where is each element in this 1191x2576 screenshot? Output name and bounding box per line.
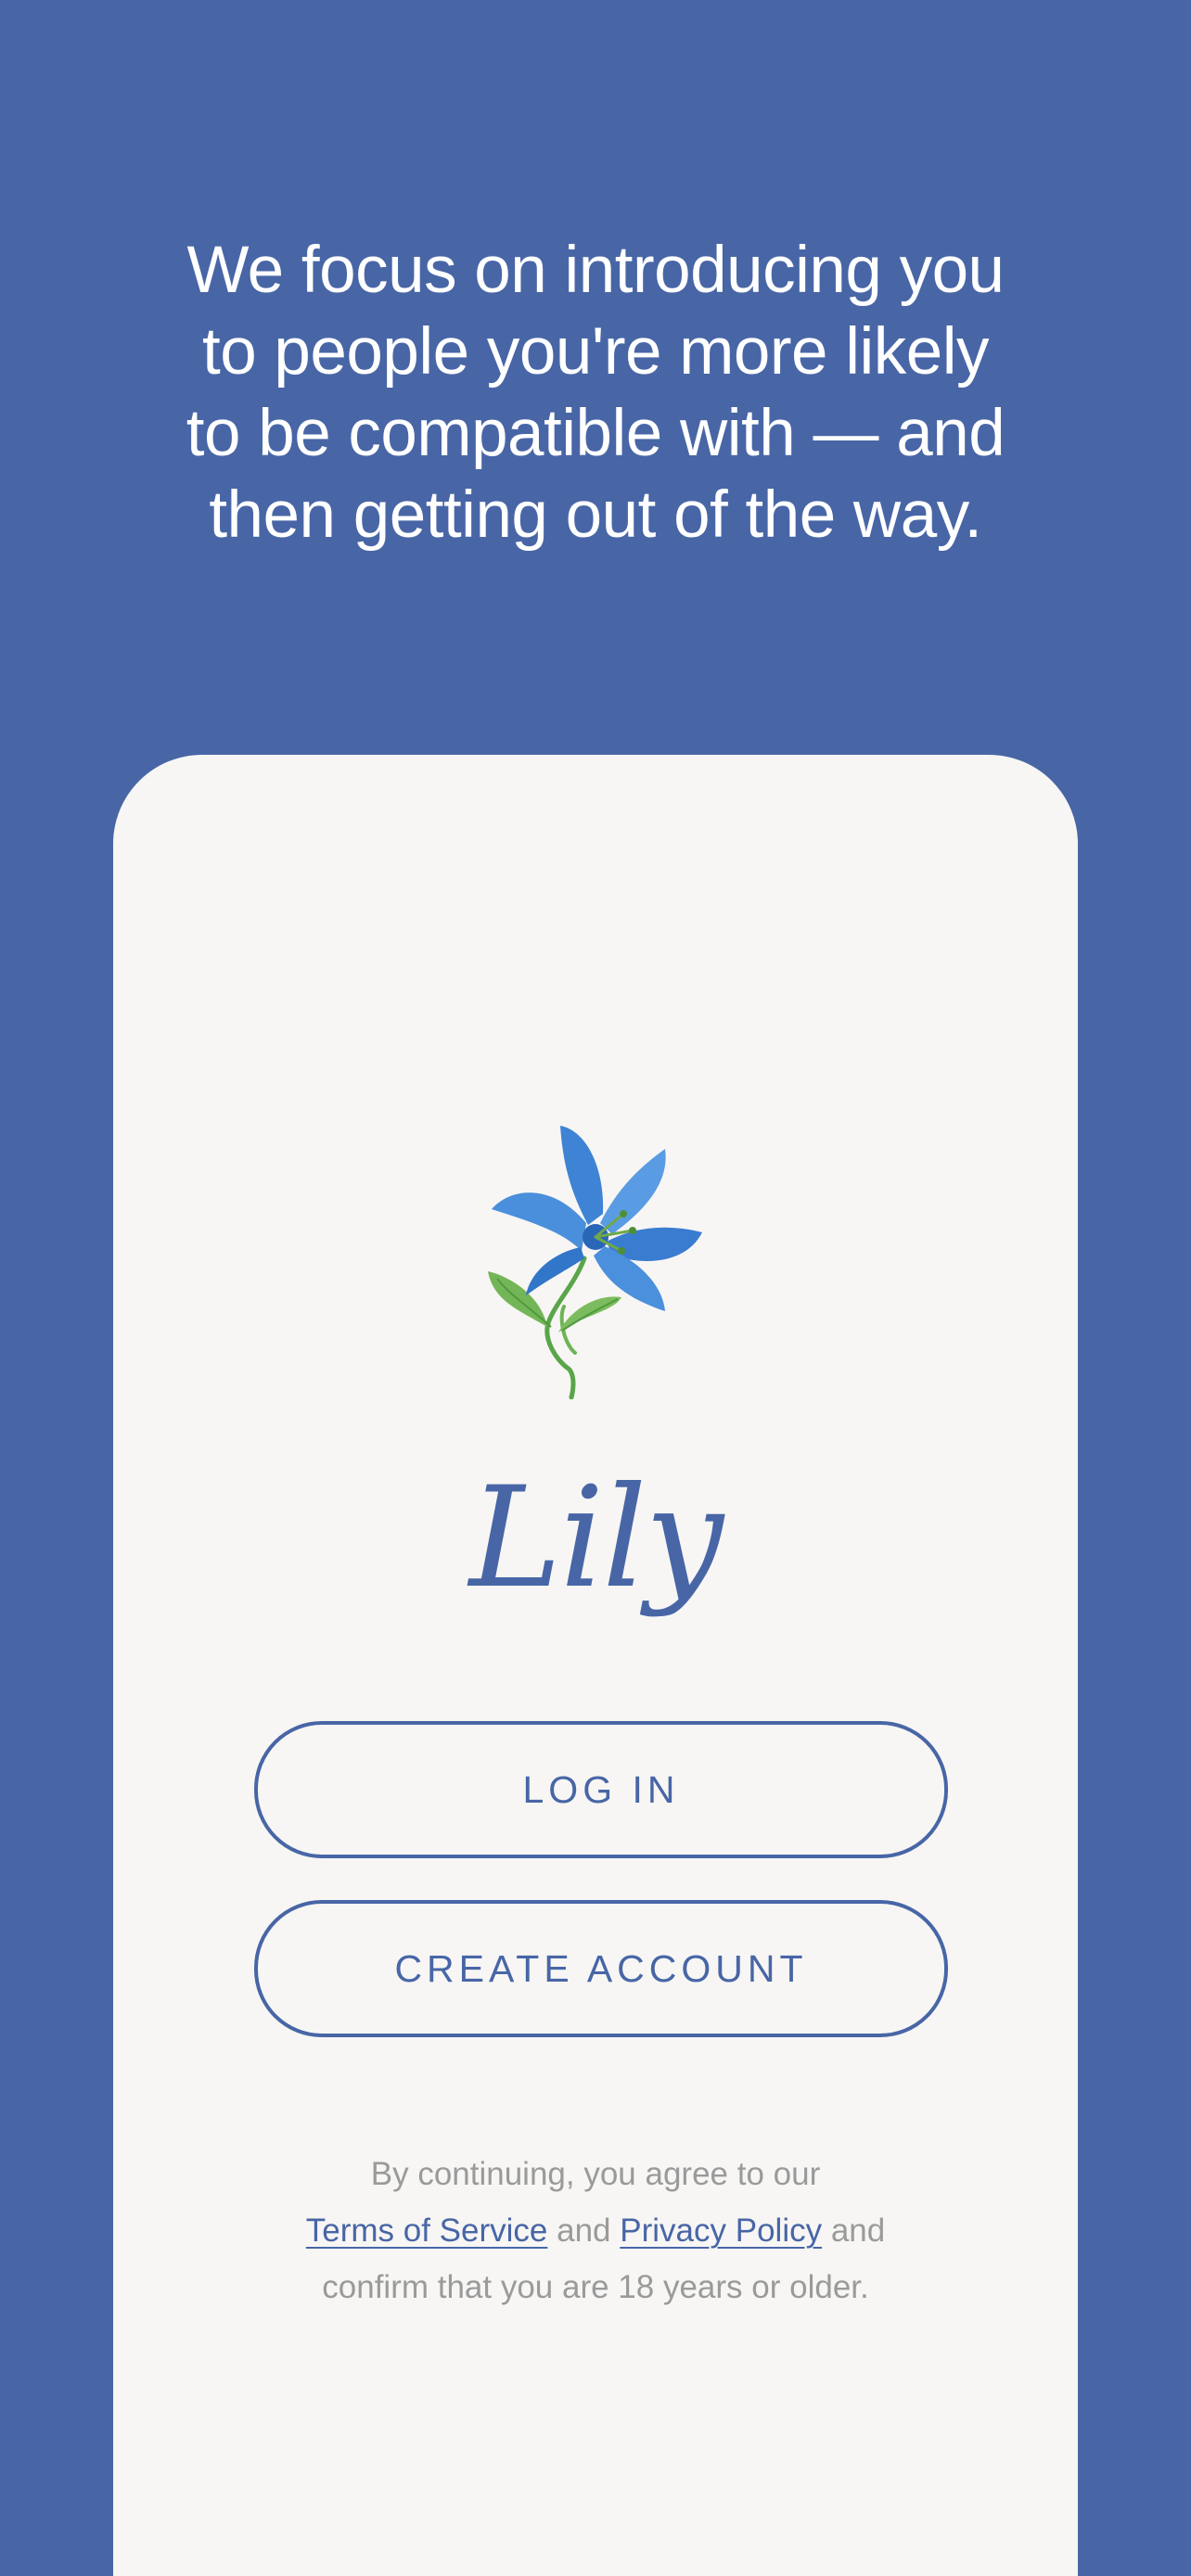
terms-of-service-link[interactable]: Terms of Service [306,2213,548,2249]
legal-prefix: By continuing, you agree to our [370,2156,821,2192]
privacy-policy-link[interactable]: Privacy Policy [620,2213,822,2249]
legal-suffix: confirm that you are 18 years or older. [322,2269,869,2305]
tagline-line-3: to be compatible with — and [186,397,1005,470]
app-wordmark: Lily [468,1458,724,1619]
tagline-line-2: to people you're more likely [201,315,990,389]
lily-flower-icon [488,1126,702,1399]
tagline-line-4: then getting out of the way. [209,478,982,552]
create-account-button[interactable]: CREATE ACCOUNT [254,1900,948,2037]
tagline-line-1: We focus on introducing you [186,234,1005,307]
legal-disclaimer: By continuing, you agree to our Terms of… [113,2146,1078,2315]
legal-and-2: and [830,2213,886,2249]
tagline: We focus on introducing you to people yo… [132,230,1059,556]
legal-links-line: Terms of Service and Privacy Policy and [113,2202,1078,2259]
legal-and-1: and [557,2213,611,2249]
login-button[interactable]: LOG IN [254,1721,948,1858]
welcome-card: Lily LOG IN CREATE ACCOUNT By continuing… [113,755,1078,2576]
